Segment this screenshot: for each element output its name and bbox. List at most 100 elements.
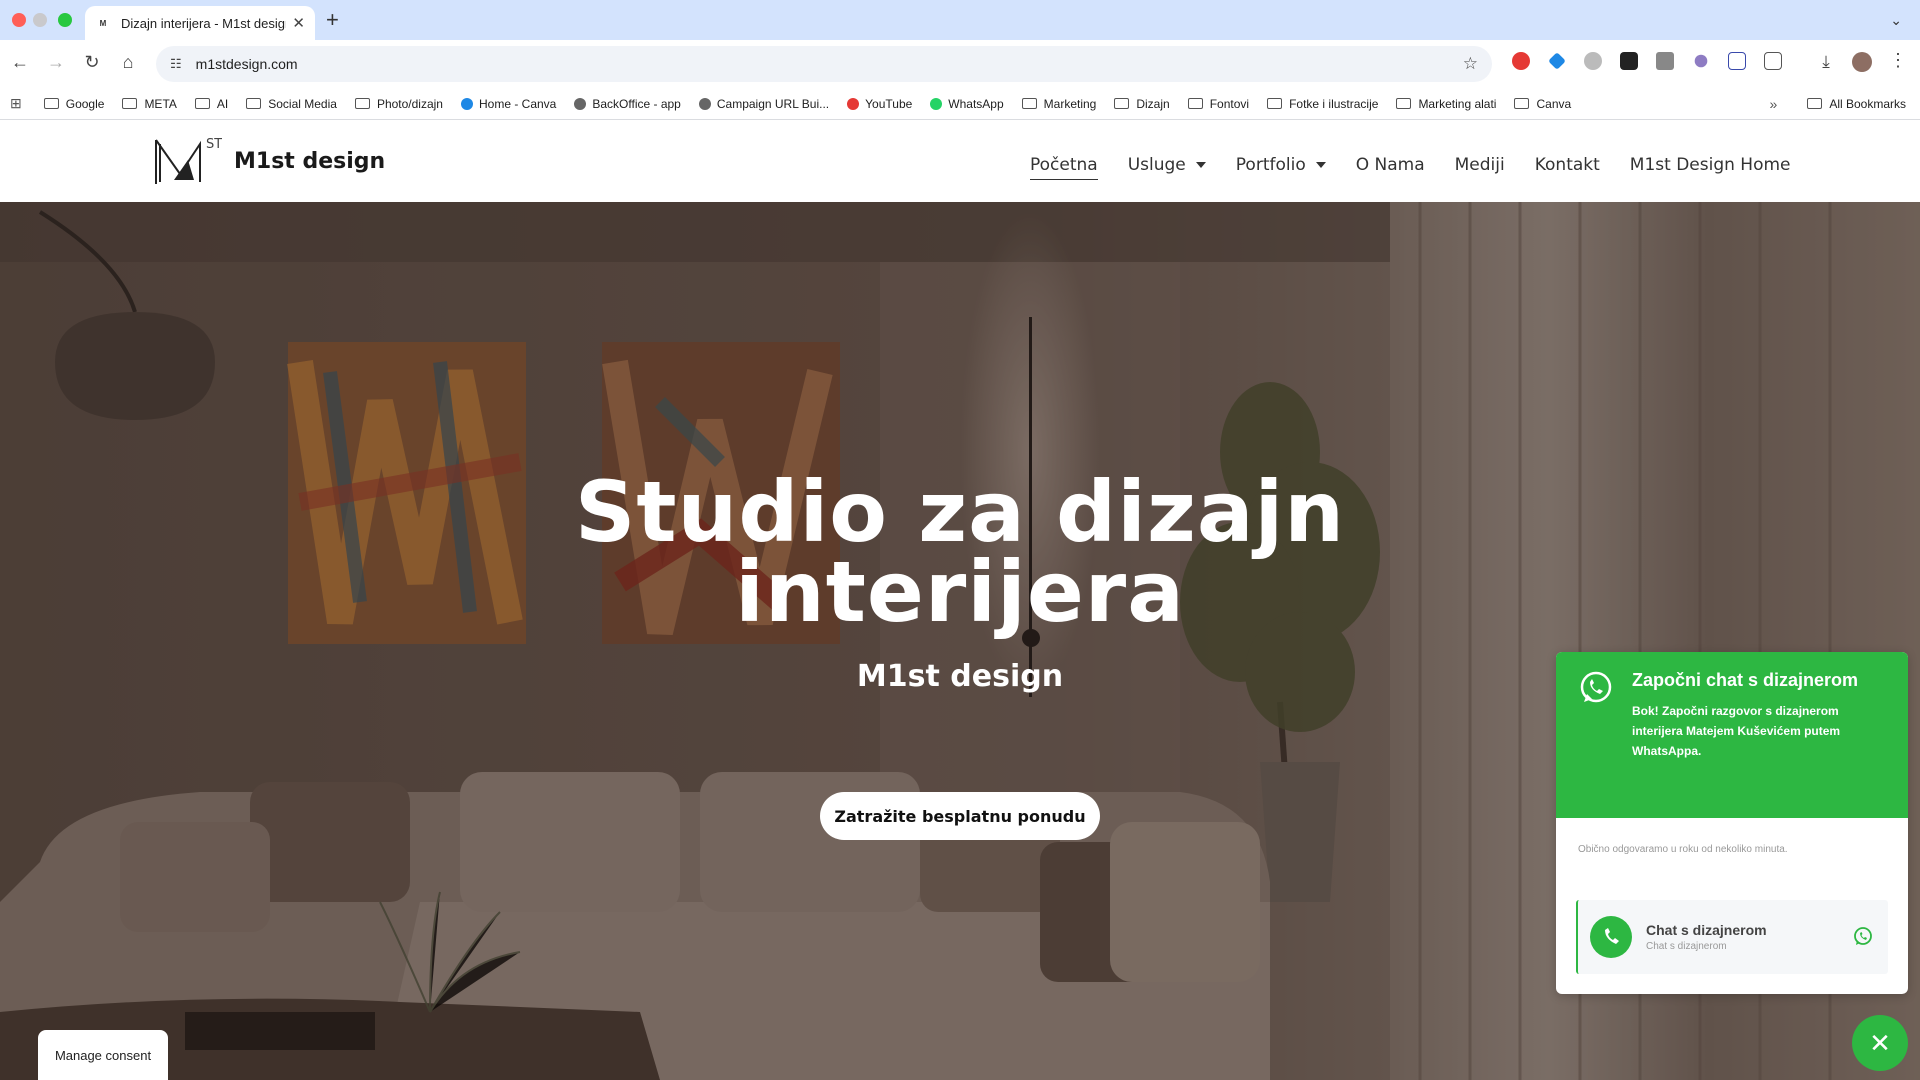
bookmark-label: Marketing: [1043, 96, 1097, 111]
site-header: ST M1st design Početna Usluge Portfolio O N…: [0, 120, 1920, 202]
bookmark-label: YouTube: [865, 96, 913, 111]
nav-item[interactable]: M1st Design Home: [1630, 155, 1791, 175]
bookmark-label: META: [144, 96, 177, 111]
whatsapp-widget-title: Započni chat s dizajnerom: [1632, 670, 1859, 690]
all-bookmarks[interactable]: All Bookmarks: [1807, 97, 1906, 111]
bookmark-label: Dizajn: [1136, 96, 1170, 111]
chat-button-title: Chat s dizajnerom: [1646, 922, 1767, 938]
bookmark-star-icon[interactable]: ☆: [1463, 54, 1478, 74]
address-bar[interactable]: ☷ m1stdesign.com ☆: [156, 46, 1492, 82]
bookmark-label: Canva: [1536, 96, 1572, 111]
download-icon[interactable]: ⤓: [1814, 52, 1838, 72]
extension-doc-icon[interactable]: [1728, 52, 1746, 70]
folder-icon: [1021, 98, 1037, 109]
nav-item-label: Mediji: [1454, 155, 1505, 175]
bookmark-item[interactable]: Fotke i ilustracije: [1267, 97, 1378, 111]
main-nav: Početna Usluge Portfolio O Nama Mediji Kontak…: [1030, 150, 1821, 180]
m1st-logo[interactable]: ST: [150, 134, 222, 188]
bookmark-item[interactable]: Marketing alati: [1396, 97, 1496, 111]
nav-item[interactable]: O Nama: [1356, 155, 1425, 175]
bookmark-item[interactable]: Google: [43, 96, 105, 111]
bookmark-item[interactable]: BackOffice - app: [574, 97, 681, 111]
extension-adblock-icon[interactable]: [1512, 52, 1530, 70]
nav-item[interactable]: Usluge: [1128, 155, 1206, 175]
canva-icon: [460, 97, 473, 110]
window-maximize-button[interactable]: [58, 13, 72, 27]
whatsapp-icon: [1580, 671, 1612, 703]
tab-search-icon[interactable]: ⌄: [1890, 12, 1902, 29]
nav-item-label: Kontakt: [1534, 155, 1600, 175]
folder-icon: [1807, 98, 1823, 109]
whatsapp-widget-header: Započni chat s dizajnerom Bok! Započni r…: [1556, 652, 1908, 818]
nav-item-label: M1st Design Home: [1629, 155, 1791, 175]
apps-grid-icon[interactable]: ⊞: [10, 95, 22, 112]
bookmark-item[interactable]: Marketing: [1021, 96, 1097, 111]
bookmarks-bar: ⊞ Google META AI Social Media Photo/dizajn Ho…: [0, 88, 1920, 120]
bookmark-item[interactable]: Fontovi: [1187, 96, 1250, 111]
extension-fontface-icon[interactable]: [1620, 52, 1638, 70]
brand-name[interactable]: M1st design: [234, 149, 385, 174]
extension-broadcast-icon[interactable]: [1694, 54, 1708, 68]
folder-icon: [194, 98, 210, 109]
caret-down-icon[interactable]: [1315, 162, 1326, 168]
extension-grey-icon[interactable]: [1584, 52, 1602, 70]
bookmark-label: Google: [65, 96, 105, 111]
extensions-puzzle-icon[interactable]: [1764, 52, 1782, 70]
home-icon[interactable]: ⌂: [116, 52, 140, 73]
globe-icon: [574, 97, 587, 110]
caret-down-icon[interactable]: [1195, 162, 1206, 168]
bookmark-label: Home - Canva: [478, 96, 557, 111]
folder-icon: [1514, 98, 1530, 109]
tab-title: Dizajn interijera - M1st design: [121, 15, 287, 31]
chat-button-subtitle: Chat s dizajnerom: [1646, 941, 1727, 952]
folder-icon: [1267, 98, 1283, 109]
whatsapp-chat-widget: Započni chat s dizajnerom Bok! Započni r…: [1556, 652, 1908, 994]
bookmark-item[interactable]: Campaign URL Bui...: [698, 97, 829, 111]
window-minimize-button[interactable]: [33, 13, 47, 27]
reload-icon[interactable]: ↻: [80, 52, 104, 73]
folder-icon: [1187, 98, 1203, 109]
nav-item[interactable]: Početna: [1030, 155, 1098, 180]
request-quote-button[interactable]: Zatražite besplatnu ponudu: [820, 792, 1100, 840]
bookmark-item[interactable]: YouTube: [847, 97, 912, 111]
nav-item[interactable]: Mediji: [1455, 155, 1505, 175]
folder-icon: [1396, 98, 1412, 109]
bookmark-item[interactable]: Canva: [1514, 97, 1571, 111]
nav-item-label: Početna: [1030, 155, 1098, 175]
whatsapp-close-button[interactable]: ✕: [1852, 1015, 1908, 1071]
bookmark-label: WhatsApp: [948, 96, 1004, 111]
nav-item-label: O Nama: [1355, 155, 1425, 175]
site-info-icon[interactable]: ☷: [170, 56, 182, 72]
whatsapp-small-icon: [1854, 927, 1872, 945]
bookmark-item[interactable]: WhatsApp: [930, 96, 1004, 111]
browser-menu-icon[interactable]: ⋮: [1886, 50, 1910, 71]
manage-consent-button[interactable]: Manage consent: [38, 1030, 168, 1080]
folder-icon: [354, 98, 370, 109]
folder-icon: [43, 98, 59, 109]
bookmark-label: Fontovi: [1209, 96, 1250, 111]
window-close-button[interactable]: [12, 13, 26, 27]
extension-camera-icon[interactable]: [1656, 52, 1674, 70]
bookmark-item[interactable]: Photo/dizajn: [354, 97, 443, 111]
bookmark-item[interactable]: Social Media: [246, 97, 337, 111]
hero-title-line1: Studio za dizajn: [574, 463, 1346, 561]
url-text[interactable]: m1stdesign.com: [196, 56, 1463, 72]
nav-item-label: Portfolio: [1235, 155, 1306, 175]
tab-close-icon[interactable]: ✕: [292, 14, 305, 32]
chat-with-designer-button[interactable]: Chat s dizajnerom Chat s dizajnerom: [1576, 900, 1888, 974]
forward-icon[interactable]: →: [44, 52, 68, 73]
bookmark-item[interactable]: Home - Canva: [460, 96, 557, 111]
browser-tab[interactable]: M Dizajn interijera - M1st design ✕: [85, 6, 315, 40]
bookmarks-overflow-icon[interactable]: »: [1770, 96, 1778, 112]
nav-item[interactable]: Portfolio: [1236, 155, 1326, 175]
bookmark-item[interactable]: AI: [194, 97, 228, 111]
new-tab-button[interactable]: +: [326, 7, 339, 33]
youtube-icon: [847, 97, 860, 110]
bookmark-item[interactable]: Dizajn: [1114, 96, 1170, 111]
bookmark-label: BackOffice - app: [592, 96, 681, 111]
back-icon[interactable]: ←: [8, 52, 32, 73]
profile-avatar[interactable]: [1852, 52, 1872, 72]
nav-item[interactable]: Kontakt: [1535, 155, 1600, 175]
whatsapp-widget-intro: Bok! Započni razgovor s dizajnerom inter…: [1632, 704, 1841, 758]
bookmark-item[interactable]: META: [122, 96, 177, 111]
